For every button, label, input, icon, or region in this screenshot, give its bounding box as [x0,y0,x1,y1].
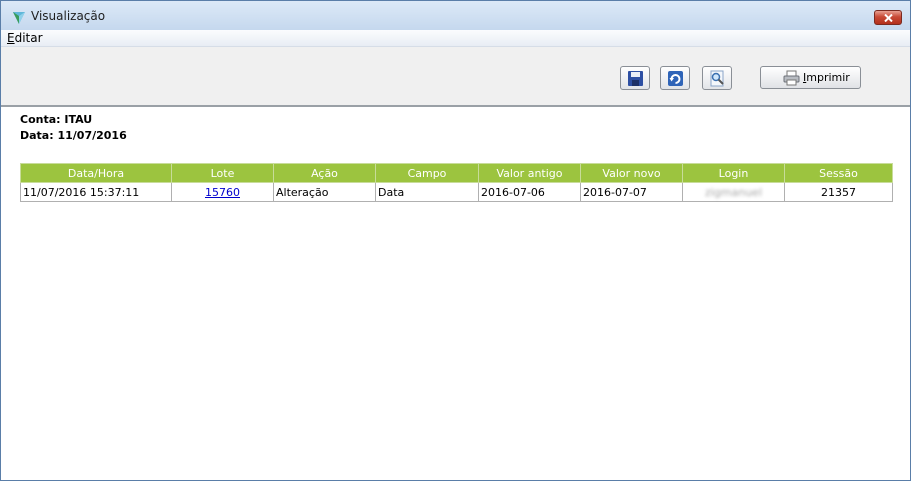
col-acao: Ação [273,163,376,183]
refresh-button[interactable] [660,66,690,90]
audit-table: Data/Hora Lote Ação Campo Valor antigo V… [20,163,893,202]
menu-editar-accesskey: E [7,31,15,45]
report-content: Conta: ITAU Data: 11/07/2016 Data/Hora L… [1,107,910,480]
cell-sessao: 21357 [784,182,893,202]
col-data-hora: Data/Hora [20,163,172,183]
data-label: Data: 11/07/2016 [20,129,127,142]
printer-icon [783,70,800,86]
magnifier-preview-icon [710,70,724,87]
visualizacao-window: Visualização Editar Imprimir Conta: ITAU… [0,0,911,481]
title-bar: Visualização [1,1,910,30]
app-logo-icon [13,12,25,24]
menu-editar[interactable]: Editar [7,31,43,45]
col-sessao: Sessão [784,163,893,183]
print-label-rest: mprimir [806,71,850,84]
cell-campo: Data [375,182,479,202]
login-value-blurred: zigmanuel [704,185,763,199]
cell-data-hora: 11/07/2016 15:37:11 [20,182,172,202]
close-icon [884,14,893,22]
col-login: Login [682,163,785,183]
window-title: Visualização [31,9,106,23]
save-button[interactable] [620,66,650,90]
print-button[interactable]: Imprimir [760,66,861,89]
cell-valor-novo: 2016-07-07 [580,182,683,202]
table-row: 11/07/2016 15:37:11 15760 Alteração Data… [20,182,893,202]
col-lote: Lote [171,163,274,183]
floppy-save-icon [628,71,643,86]
toolbar: Imprimir [1,47,910,107]
menu-bar: Editar [1,30,910,47]
close-button[interactable] [874,10,902,25]
lote-link[interactable]: 15760 [205,186,240,199]
col-campo: Campo [375,163,479,183]
cell-lote: 15760 [171,182,274,202]
cell-login: zigmanuel [682,182,785,202]
menu-editar-label: ditar [14,31,43,45]
refresh-icon [668,71,683,86]
cell-valor-antigo: 2016-07-06 [478,182,581,202]
conta-label: Conta: ITAU [20,113,93,126]
cell-acao: Alteração [273,182,376,202]
col-valor-antigo: Valor antigo [478,163,581,183]
table-header-row: Data/Hora Lote Ação Campo Valor antigo V… [20,163,893,183]
zoom-preview-button[interactable] [702,66,732,90]
print-button-label: Imprimir [803,71,850,84]
col-valor-novo: Valor novo [580,163,683,183]
